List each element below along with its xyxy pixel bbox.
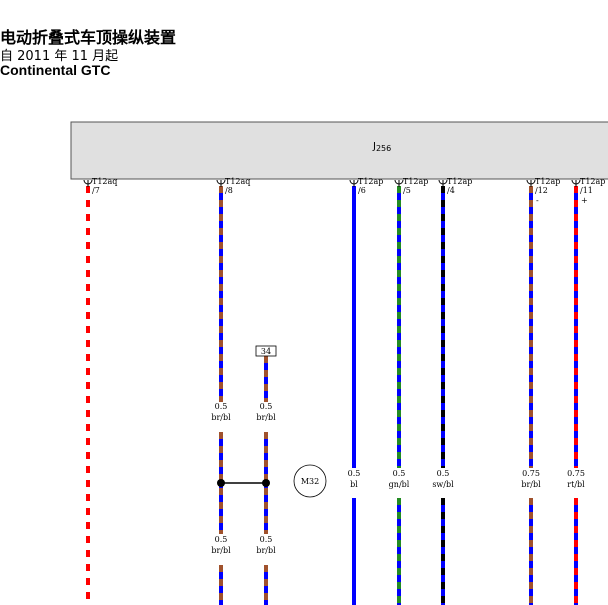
wire-size-label: 0.75	[567, 469, 585, 478]
wire-color-code-label: gn/bl	[389, 480, 410, 489]
wire-size-label: 0.5	[393, 469, 406, 478]
pin-number-label: /6	[358, 186, 366, 195]
pin-number-label: /8	[225, 186, 233, 195]
wire-color-code-label: sw/bl	[432, 480, 454, 489]
pin-number-label: /4	[447, 186, 455, 195]
wire-color-code-label: br/bl	[211, 413, 231, 422]
wire-color-code-label: br/bl	[256, 413, 276, 422]
wiring-diagram: J256 0.5br/bl0.5br/bl0.5br/bl0.5br/bl0.5…	[70, 121, 608, 605]
control-unit-box[interactable]	[70, 121, 608, 180]
pin-connector-label: T12ap	[580, 177, 605, 186]
pin-number-label: /7	[92, 186, 100, 195]
wire-color-code-label: br/bl	[211, 546, 231, 555]
pin-number-label: /5	[403, 186, 411, 195]
pin-number-label: /11	[580, 186, 593, 195]
pin-connector-label: T12ap	[447, 177, 472, 186]
wire-size-label: 0.5	[260, 402, 273, 411]
wire-size-label: 0.5	[215, 535, 228, 544]
wire-size-label: 0.5	[348, 469, 361, 478]
splice-point-right	[262, 479, 270, 487]
ground-box-label: 34	[261, 347, 271, 356]
pin-polarity-label: -	[536, 196, 539, 205]
pin-connector-label: T12ap	[535, 177, 560, 186]
wires-layer: 0.5 br/bl 0.5 br/bl 0.5 br/bl 0.5 br/bl 0.5 bl 0.5…	[86, 186, 585, 605]
pin-connector-label: T12aq	[225, 177, 250, 186]
pin-connector-label: T12ap	[403, 177, 428, 186]
motor-label: M32	[301, 477, 319, 486]
pin-number-label: /12	[535, 186, 548, 195]
wire-size-label: 0.5	[260, 535, 273, 544]
wire-size-label: 0.5	[437, 469, 450, 478]
pin-connector-label: T12ap	[358, 177, 383, 186]
wire-color-code-label: bl	[350, 480, 358, 489]
pin-polarity-label: +	[581, 196, 588, 205]
wire-color-code-label: rt/bl	[567, 480, 585, 489]
pins-layer: T12aq/7T12aq/8T12ap/6T12ap/5T12ap/4T12ap…	[83, 177, 605, 205]
splice-point-left	[217, 479, 225, 487]
wire-color-code-label: br/bl	[256, 546, 276, 555]
wire-color-code-label: br/bl	[521, 480, 541, 489]
pin-connector-label: T12aq	[92, 177, 117, 186]
wire-size-label: 0.75	[522, 469, 540, 478]
wire-size-label: 0.5	[215, 402, 228, 411]
